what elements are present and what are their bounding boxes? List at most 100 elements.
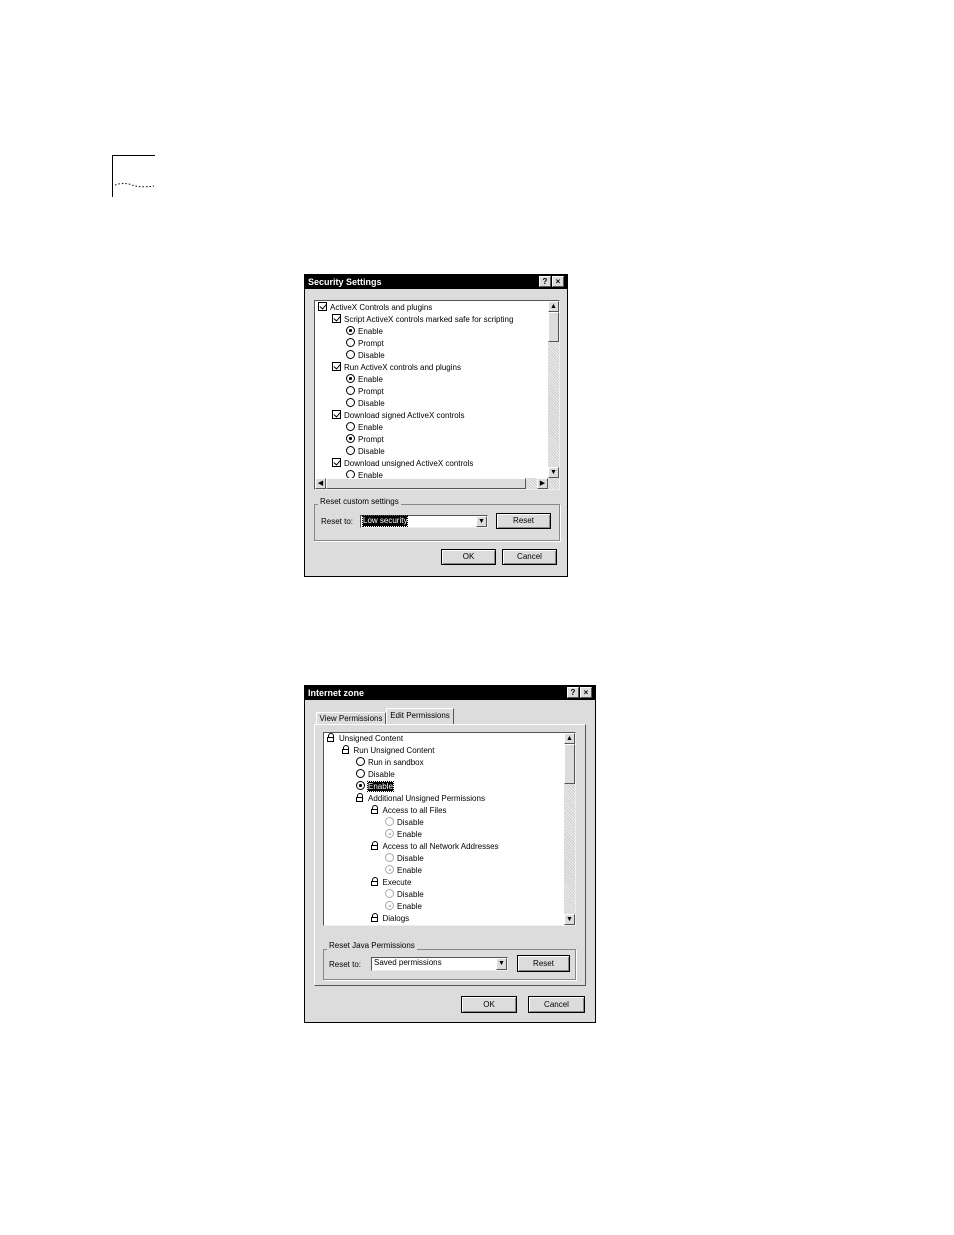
radio-option[interactable]: Enable: [356, 781, 394, 793]
radio-option[interactable]: Disable: [385, 853, 424, 865]
lock-icon[interactable]: [370, 841, 380, 850]
radio-selected-icon[interactable]: [385, 901, 394, 910]
radio-selected-icon[interactable]: [356, 781, 365, 790]
chevron-down-icon[interactable]: ▼: [476, 516, 487, 527]
radio-option[interactable]: Disable: [385, 817, 424, 829]
radio-unselected-icon[interactable]: [346, 338, 355, 347]
reset-button[interactable]: Reset: [517, 955, 570, 972]
reset-to-label: Reset to:: [321, 517, 354, 526]
reset-to-dropdown[interactable]: Low security ▼: [360, 515, 488, 528]
permission-node[interactable]: Unsigned Content: [327, 733, 403, 745]
radio-option[interactable]: Disable: [346, 350, 385, 362]
help-icon[interactable]: ?: [567, 687, 579, 698]
radio-option[interactable]: Prompt: [346, 434, 384, 446]
radio-option[interactable]: Disable: [346, 446, 385, 458]
scroll-thumb[interactable]: [564, 744, 575, 784]
radio-option[interactable]: Prompt: [346, 338, 384, 350]
node-label: Access to all Files: [382, 806, 447, 815]
security-settings-list[interactable]: ActiveX Controls and plugins Script Activ…: [314, 300, 560, 490]
checkbox-icon[interactable]: [332, 314, 341, 323]
checkbox-icon[interactable]: [332, 410, 341, 419]
setting-node[interactable]: Run ActiveX controls and plugins: [332, 362, 461, 374]
setting-node[interactable]: ActiveX Controls and plugins: [318, 302, 432, 314]
setting-node[interactable]: Download unsigned ActiveX controls: [332, 458, 473, 470]
permission-node[interactable]: Execute: [370, 877, 411, 889]
internet-zone-titlebar[interactable]: Internet zone ? ×: [305, 686, 595, 700]
permission-node[interactable]: Access to all Network Addresses: [370, 841, 499, 853]
scroll-thumb-horizontal[interactable]: [326, 478, 526, 489]
setting-node[interactable]: Script ActiveX controls marked safe for …: [332, 314, 513, 326]
scroll-down-icon[interactable]: ▼: [548, 467, 559, 478]
checkbox-icon[interactable]: [332, 458, 341, 467]
scroll-thumb[interactable]: [548, 312, 559, 342]
close-icon[interactable]: ×: [580, 687, 592, 698]
radio-option[interactable]: Enable: [346, 374, 383, 386]
help-icon[interactable]: ?: [539, 276, 551, 287]
lock-icon[interactable]: [356, 793, 365, 802]
scroll-up-icon[interactable]: ▲: [548, 301, 559, 312]
radio-unselected-icon[interactable]: [356, 769, 365, 778]
close-icon[interactable]: ×: [552, 276, 564, 287]
radio-option[interactable]: Disable: [346, 398, 385, 410]
chevron-down-icon[interactable]: ▼: [496, 958, 507, 970]
radio-unselected-icon[interactable]: [385, 817, 394, 826]
node-label: Script ActiveX controls marked safe for …: [344, 315, 514, 324]
lock-icon[interactable]: [370, 913, 380, 922]
radio-selected-icon[interactable]: [346, 326, 355, 335]
permission-node[interactable]: Access to all Files: [370, 805, 447, 817]
radio-option[interactable]: Enable: [346, 326, 383, 338]
scroll-left-icon[interactable]: ◀: [315, 478, 326, 489]
node-label: Disable: [397, 854, 424, 863]
vertical-scrollbar[interactable]: ▲ ▼: [548, 301, 559, 478]
radio-option[interactable]: Enable: [385, 901, 422, 913]
radio-option[interactable]: Disable: [356, 769, 395, 781]
tab-view-permissions[interactable]: View Permissions: [316, 712, 386, 724]
radio-unselected-icon[interactable]: [346, 446, 355, 455]
node-label: Enable: [397, 830, 422, 839]
cancel-button[interactable]: Cancel: [528, 996, 585, 1013]
lock-icon[interactable]: [370, 805, 380, 814]
reset-to-dropdown[interactable]: Saved permissions ▼: [371, 957, 508, 971]
permission-node[interactable]: Additional Unsigned Permissions: [356, 793, 485, 805]
radio-unselected-icon[interactable]: [346, 350, 355, 359]
ok-button[interactable]: OK: [441, 549, 496, 565]
radio-unselected-icon[interactable]: [346, 422, 355, 431]
radio-selected-icon[interactable]: [385, 865, 394, 874]
radio-unselected-icon[interactable]: [346, 386, 355, 395]
radio-selected-icon[interactable]: [346, 434, 355, 443]
radio-unselected-icon[interactable]: [346, 398, 355, 407]
lock-icon[interactable]: [341, 745, 351, 754]
checkbox-icon[interactable]: [318, 302, 327, 311]
radio-selected-icon[interactable]: [385, 829, 394, 838]
permissions-list[interactable]: Unsigned Content Run Unsigned Content Run …: [323, 732, 576, 926]
node-label: Disable: [397, 890, 424, 899]
vertical-scrollbar[interactable]: ▲ ▼: [564, 733, 575, 925]
tab-edit-permissions[interactable]: Edit Permissions: [386, 708, 454, 724]
radio-option[interactable]: Disable: [385, 889, 424, 901]
scroll-down-icon[interactable]: ▼: [564, 914, 575, 925]
permission-node[interactable]: Run Unsigned Content: [341, 745, 434, 757]
radio-option[interactable]: Run in sandbox: [356, 757, 424, 769]
security-settings-titlebar[interactable]: Security Settings ? ×: [305, 275, 567, 289]
radio-unselected-icon[interactable]: [356, 757, 365, 766]
ok-button[interactable]: OK: [461, 996, 517, 1013]
cancel-button[interactable]: Cancel: [502, 549, 557, 565]
scroll-up-icon[interactable]: ▲: [564, 733, 575, 744]
setting-node[interactable]: Download signed ActiveX controls: [332, 410, 465, 422]
internet-zone-dialog: Internet zone ? × View Permissions Edit …: [304, 685, 596, 1023]
radio-selected-icon[interactable]: [346, 374, 355, 383]
radio-option[interactable]: Enable: [346, 422, 383, 434]
lock-icon[interactable]: [370, 877, 380, 886]
horizontal-scrollbar[interactable]: ◀ ▶: [315, 478, 559, 489]
reset-button[interactable]: Reset: [496, 513, 551, 529]
radio-unselected-icon[interactable]: [385, 889, 394, 898]
reset-to-value: Low security: [361, 515, 409, 527]
radio-option[interactable]: Prompt: [346, 386, 384, 398]
checkbox-icon[interactable]: [332, 362, 341, 371]
lock-icon[interactable]: [327, 733, 336, 742]
scroll-right-icon[interactable]: ▶: [537, 478, 548, 489]
radio-unselected-icon[interactable]: [385, 853, 394, 862]
radio-option[interactable]: Enable: [385, 865, 422, 877]
permission-node[interactable]: Dialogs: [370, 913, 409, 925]
radio-option[interactable]: Enable: [385, 829, 422, 841]
